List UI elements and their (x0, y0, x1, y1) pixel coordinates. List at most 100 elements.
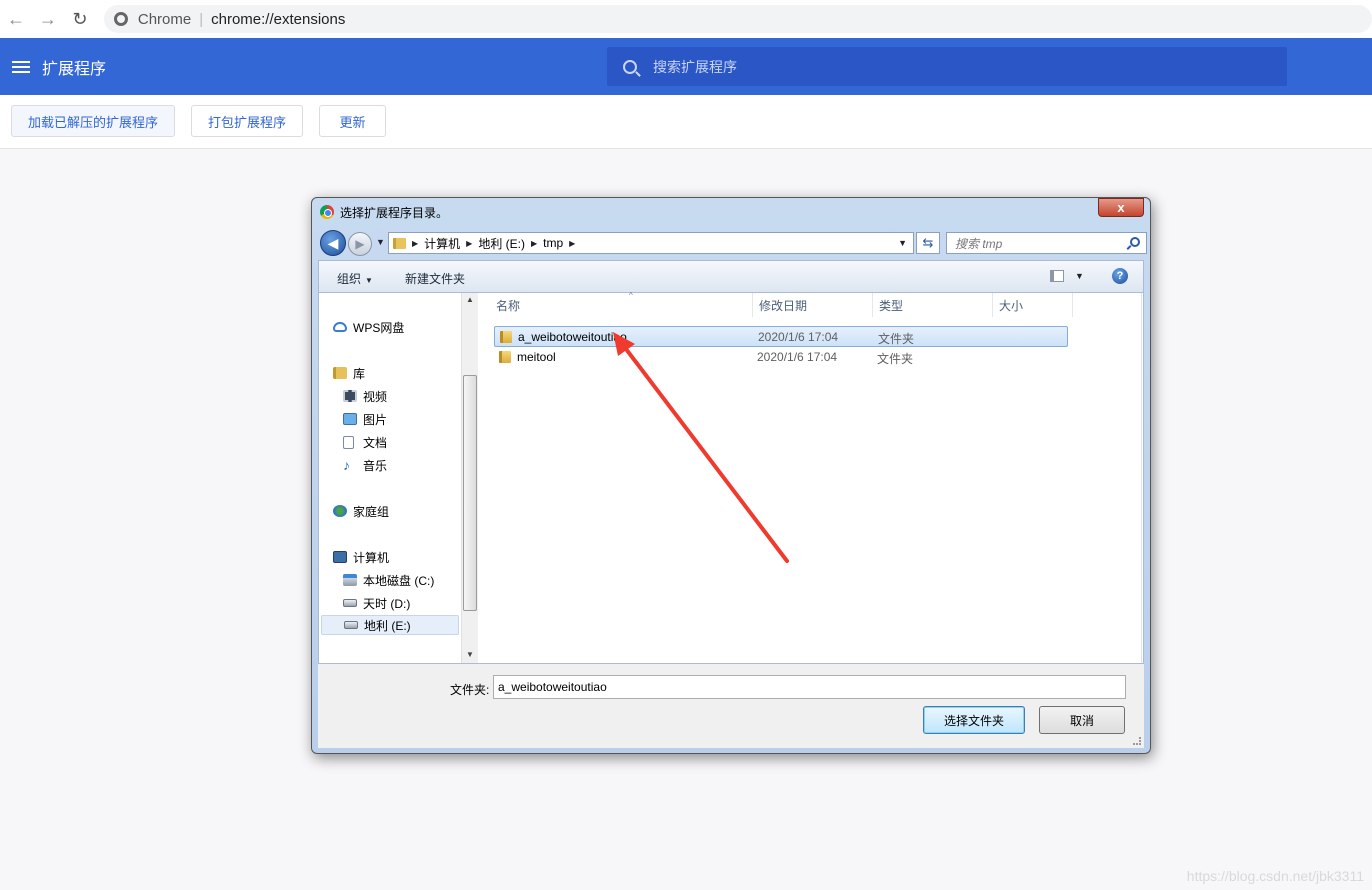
chevron-right-icon[interactable]: ▶ (466, 239, 472, 248)
folder-icon (499, 351, 511, 363)
nav-item-documents[interactable]: 文档 (343, 432, 457, 452)
search-placeholder: 搜索扩展程序 (653, 58, 737, 75)
library-icon (333, 367, 347, 379)
folder-name-field[interactable]: a_weibotoweitoutiao (493, 675, 1126, 699)
drive-icon (343, 599, 357, 607)
chevron-right-icon[interactable]: ▶ (412, 239, 418, 248)
file-modified: 2020/1/6 17:04 (758, 330, 839, 344)
computer-icon (333, 551, 347, 563)
nav-item-homegroup[interactable]: 家庭组 (333, 501, 457, 521)
close-button[interactable]: x (1098, 198, 1144, 217)
homegroup-icon (333, 505, 347, 517)
nav-item-label: 视频 (363, 389, 388, 404)
search-icon (623, 59, 637, 74)
file-name: meitool (517, 350, 556, 364)
dialog-search-placeholder: 搜索 tmp (955, 236, 1003, 251)
extensions-header: 扩展程序 搜索扩展程序 (0, 38, 1372, 95)
nav-item-libraries[interactable]: 库 (333, 363, 457, 383)
column-header-modified[interactable]: 修改日期 (753, 293, 873, 317)
back-button[interactable]: ◀ (320, 230, 346, 256)
view-options-icon[interactable] (1050, 270, 1064, 282)
nav-item-label: 家庭组 (353, 504, 390, 519)
nav-item-wps-cloud[interactable]: WPS网盘 (333, 317, 457, 337)
pack-extension-button[interactable]: 打包扩展程序 (191, 105, 303, 137)
drive-c-icon (343, 574, 357, 586)
nav-item-label: WPS网盘 (353, 320, 405, 335)
cancel-button[interactable]: 取消 (1039, 706, 1125, 734)
search-input[interactable]: 搜索扩展程序 (607, 47, 1287, 86)
omnibox[interactable]: Chrome | chrome://extensions (103, 5, 1372, 33)
watermark: https://blog.csdn.net/jbk3311 (1186, 868, 1364, 884)
document-icon (343, 435, 354, 449)
nav-item-drive-d[interactable]: 天时 (D:) (343, 593, 457, 613)
column-header-size[interactable]: 大小 (993, 293, 1073, 317)
cloud-icon (333, 322, 347, 332)
dialog-body: WPS网盘 库 视频 图片 文档 ♪ 音乐 家庭组 计算机 本地磁盘 (C:) 天… (318, 291, 1144, 664)
command-bar: 组织 ▼ 新建文件夹 ▼ ? (318, 260, 1144, 292)
breadcrumb-item[interactable]: 地利 (E:) (478, 235, 525, 252)
view-dropdown-icon[interactable]: ▼ (1075, 271, 1084, 281)
nav-item-label: 库 (353, 366, 366, 381)
chevron-right-icon[interactable]: ▶ (569, 239, 575, 248)
address-breadcrumb[interactable]: ▶ 计算机 ▶ 地利 (E:) ▶ tmp ▶ ▼ (388, 232, 914, 254)
video-icon (343, 390, 357, 402)
folder-icon (393, 237, 406, 249)
load-unpacked-button[interactable]: 加载已解压的扩展程序 (11, 105, 175, 137)
omnibox-site-label: Chrome (137, 10, 192, 28)
chevron-right-icon[interactable]: ▶ (531, 239, 537, 248)
drive-icon (344, 621, 358, 629)
address-dropdown-icon[interactable]: ▼ (898, 238, 907, 248)
nav-item-label: 地利 (E:) (364, 618, 411, 633)
nav-item-label: 天时 (D:) (363, 596, 411, 611)
column-header-name[interactable]: 名称 ^ (490, 291, 753, 317)
file-list-scrollbar[interactable] (1141, 293, 1143, 663)
folder-icon (500, 331, 512, 343)
dialog-footer: 文件夹: a_weibotoweitoutiao 选择文件夹 取消 (318, 664, 1144, 748)
folder-field-label: 文件夹: (450, 683, 490, 697)
resize-grip-icon[interactable] (1133, 737, 1141, 745)
nav-item-computer[interactable]: 计算机 (333, 547, 457, 567)
file-list: 名称 ^ 修改日期 类型 大小 a_weibotoweitoutiao 2020/… (479, 291, 1143, 663)
picture-icon (343, 413, 357, 425)
navigation-pane: WPS网盘 库 视频 图片 文档 ♪ 音乐 家庭组 计算机 本地磁盘 (C:) 天… (319, 293, 479, 663)
dialog-titlebar[interactable]: 选择扩展程序目录。 x (312, 198, 1150, 226)
nav-pane-scrollbar[interactable]: ▲ ▼ (461, 293, 478, 663)
file-row[interactable]: meitool 2020/1/6 17:04 文件夹 (494, 347, 1068, 368)
site-info-icon[interactable] (113, 12, 128, 26)
column-header-type[interactable]: 类型 (873, 293, 993, 317)
organize-label: 组织 (337, 272, 362, 286)
nav-item-pictures[interactable]: 图片 (343, 409, 457, 429)
dialog-search-input[interactable]: 搜索 tmp (946, 232, 1147, 254)
forward-arrow-icon[interactable]: → (32, 3, 64, 35)
omnibox-url[interactable]: chrome://extensions (211, 11, 345, 28)
nav-item-drive-e[interactable]: 地利 (E:) (321, 615, 459, 635)
omnibox-separator: | (199, 10, 204, 28)
file-row[interactable]: a_weibotoweitoutiao 2020/1/6 17:04 文件夹 (494, 326, 1068, 347)
back-arrow-icon[interactable]: ← (0, 3, 32, 35)
file-type: 文件夹 (878, 332, 915, 346)
organize-menu[interactable]: 组织 ▼ (337, 270, 373, 287)
dialog-navigation: ◀ ▶ ▼ ▶ 计算机 ▶ 地利 (E:) ▶ tmp ▶ ▼ ⇆ 搜索 tmp (318, 230, 1147, 256)
nav-item-videos[interactable]: 视频 (343, 386, 457, 406)
scroll-down-icon[interactable]: ▼ (466, 650, 474, 659)
nav-item-drive-c[interactable]: 本地磁盘 (C:) (343, 570, 457, 590)
nav-item-label: 图片 (363, 412, 388, 427)
update-button[interactable]: 更新 (319, 105, 386, 137)
breadcrumb-item[interactable]: 计算机 (424, 235, 460, 252)
nav-item-music[interactable]: ♪ 音乐 (343, 455, 457, 475)
extensions-toolbar: 加载已解压的扩展程序 打包扩展程序 更新 (0, 95, 1372, 149)
recent-locations-dropdown[interactable]: ▼ (376, 237, 385, 247)
scroll-up-icon[interactable]: ▲ (466, 295, 474, 304)
hamburger-menu-icon[interactable] (12, 60, 30, 73)
scrollbar-thumb[interactable] (463, 375, 477, 611)
dialog-title: 选择扩展程序目录。 (340, 206, 449, 220)
breadcrumb-item[interactable]: tmp (543, 236, 563, 250)
forward-button[interactable]: ▶ (348, 232, 372, 256)
help-icon[interactable]: ? (1112, 268, 1128, 284)
file-type: 文件夹 (877, 352, 914, 366)
new-folder-button[interactable]: 新建文件夹 (405, 270, 465, 287)
sort-ascending-icon: ^ (629, 291, 633, 300)
refresh-button[interactable]: ⇆ (916, 232, 940, 254)
reload-icon[interactable]: ↻ (64, 3, 96, 35)
select-folder-button[interactable]: 选择文件夹 (923, 706, 1025, 734)
